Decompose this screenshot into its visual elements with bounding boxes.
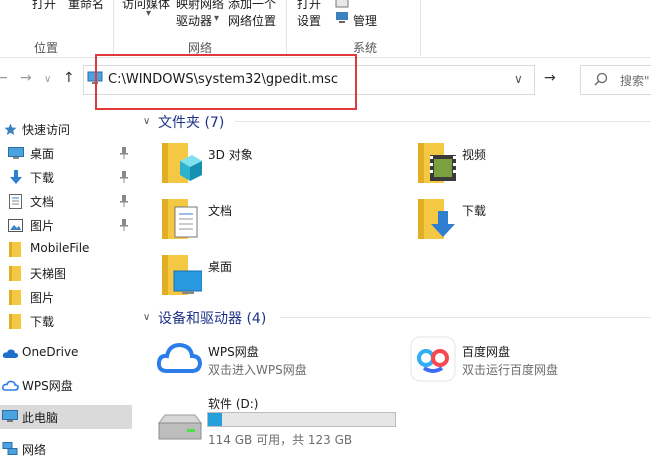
nav-item-label: 图片: [30, 291, 55, 305]
computer-manage-icon[interactable]: [335, 11, 349, 25]
devices-collapse-icon[interactable]: ∨: [143, 312, 150, 323]
devices-divider: [280, 317, 651, 318]
nav-item-downloads-folder[interactable]: 下载: [0, 309, 132, 333]
ribbon-open-settings-button[interactable]: 打开: [297, 0, 321, 12]
folder-icon: [9, 290, 21, 305]
ribbon-chevron-down-icon: ▾: [146, 8, 152, 19]
nav-quick-access-label: 快速访问: [22, 123, 71, 137]
address-highlight-box: [95, 54, 357, 110]
folder-label: 视频: [462, 148, 487, 162]
drive-space-text: 114 GB 可用，共 123 GB: [208, 433, 353, 447]
nav-item-label: 天梯图: [30, 267, 67, 281]
nav-item-this-pc[interactable]: 此电脑: [0, 405, 132, 429]
nav-item-label: 下载: [30, 315, 55, 329]
nav-item-wps[interactable]: WPS网盘: [0, 373, 132, 397]
folders-section-header[interactable]: 文件夹 (7): [158, 112, 224, 132]
nav-item-label: WPS网盘: [22, 379, 73, 393]
pin-icon[interactable]: [119, 219, 129, 231]
nav-item-label: 桌面: [30, 147, 55, 161]
forward-icon[interactable]: →: [20, 70, 32, 86]
document-icon: [9, 194, 22, 209]
folder-icon: [9, 242, 21, 257]
folder-label: 桌面: [208, 260, 233, 274]
nav-item-label: OneDrive: [22, 345, 79, 359]
device-desc: 双击进入WPS网盘: [208, 363, 307, 377]
desktop-folder-icon: [162, 255, 202, 295]
3d-objects-folder-icon: [162, 143, 202, 183]
ribbon-settings-label: 设置: [297, 14, 322, 28]
pin-icon[interactable]: [119, 171, 129, 183]
nav-item-mobilefile[interactable]: MobileFile: [0, 237, 132, 261]
nav-item-documents[interactable]: 文档: [0, 189, 132, 213]
pin-icon[interactable]: [119, 195, 129, 207]
folder-icon: [9, 266, 21, 281]
device-name: WPS网盘: [208, 345, 259, 359]
nav-item-label: 图片: [30, 219, 55, 233]
download-icon: [10, 170, 22, 184]
drive-usage-bar: [207, 412, 396, 427]
baidu-netdisk-icon: [410, 336, 456, 382]
drive-usage-fill: [208, 413, 222, 426]
ribbon-add-netloc-button[interactable]: 添加一个: [228, 0, 276, 12]
device-desc: 双击运行百度网盘: [462, 363, 559, 377]
folders-divider: [235, 121, 651, 122]
videos-folder-icon: [418, 143, 456, 183]
wps-cloud-icon: [2, 380, 19, 391]
search-icon: [594, 72, 608, 86]
folder-label: 3D 对象: [208, 148, 253, 162]
pin-icon[interactable]: [119, 147, 129, 159]
network-icon: [2, 442, 18, 455]
ribbon-map-drive-label: 驱动器: [176, 14, 213, 28]
search-input[interactable]: 搜索": [620, 72, 650, 89]
wps-cloud-drive-icon: [156, 342, 202, 373]
this-pc-icon: [2, 410, 18, 422]
star-icon: [4, 123, 17, 135]
ribbon: 打开 重命名 访问媒体 ▾ 映射网络 驱动器 ▾ 添加一个 网络位置 打开 设置…: [0, 0, 651, 58]
ribbon-properties-icon[interactable]: [335, 0, 349, 10]
nav-item-label: 此电脑: [22, 411, 59, 425]
back-icon[interactable]: ←: [0, 70, 8, 86]
nav-item-desktop[interactable]: 桌面: [0, 141, 132, 165]
nav-quick-access[interactable]: 快速访问: [0, 117, 132, 141]
folder-icon: [9, 314, 21, 329]
downloads-folder-icon: [418, 199, 455, 239]
ribbon-map-chevron-icon: ▾: [214, 13, 220, 24]
navigation-pane: 快速访问 桌面 下载 文档 图片 MobileFile 天梯图 图片 下载 On…: [0, 112, 134, 459]
ribbon-open-button[interactable]: 打开: [32, 0, 56, 12]
nav-item-label: 下载: [30, 171, 55, 185]
ribbon-map-drive-button[interactable]: 映射网络: [176, 0, 224, 12]
ribbon-rename-button[interactable]: 重命名: [68, 0, 104, 12]
folder-label: 下载: [462, 204, 487, 218]
up-icon[interactable]: ↑: [63, 70, 75, 86]
documents-folder-icon: [162, 199, 198, 239]
nav-item-pictures-folder[interactable]: 图片: [0, 285, 132, 309]
picture-icon: [8, 219, 23, 232]
nav-item-network[interactable]: 网络: [0, 437, 132, 461]
desktop-icon: [8, 147, 24, 159]
folders-collapse-icon[interactable]: ∨: [143, 116, 150, 127]
nav-item-label: 文档: [30, 195, 55, 209]
nav-item-pictures[interactable]: 图片: [0, 213, 132, 237]
nav-item-label: MobileFile: [30, 241, 90, 255]
go-arrow-icon[interactable]: →: [544, 70, 556, 86]
device-name: 软件 (D:): [208, 397, 259, 411]
recent-chevron-icon[interactable]: ∨: [44, 74, 51, 85]
nav-item-tiantitu[interactable]: 天梯图: [0, 261, 132, 285]
folder-label: 文档: [208, 204, 233, 218]
nav-item-downloads[interactable]: 下载: [0, 165, 132, 189]
cloud-icon: [2, 349, 19, 358]
devices-section-header[interactable]: 设备和驱动器 (4): [158, 308, 266, 328]
ribbon-netloc-label: 网络位置: [228, 14, 277, 28]
address-dropdown-icon[interactable]: ∨: [514, 72, 523, 86]
ribbon-manage-button[interactable]: 管理: [353, 12, 377, 29]
ribbon-group-location: 位置: [34, 41, 59, 55]
nav-item-label: 网络: [22, 443, 47, 457]
hard-drive-icon: [158, 414, 202, 440]
device-name: 百度网盘: [462, 345, 511, 359]
nav-item-onedrive[interactable]: OneDrive: [0, 341, 132, 365]
